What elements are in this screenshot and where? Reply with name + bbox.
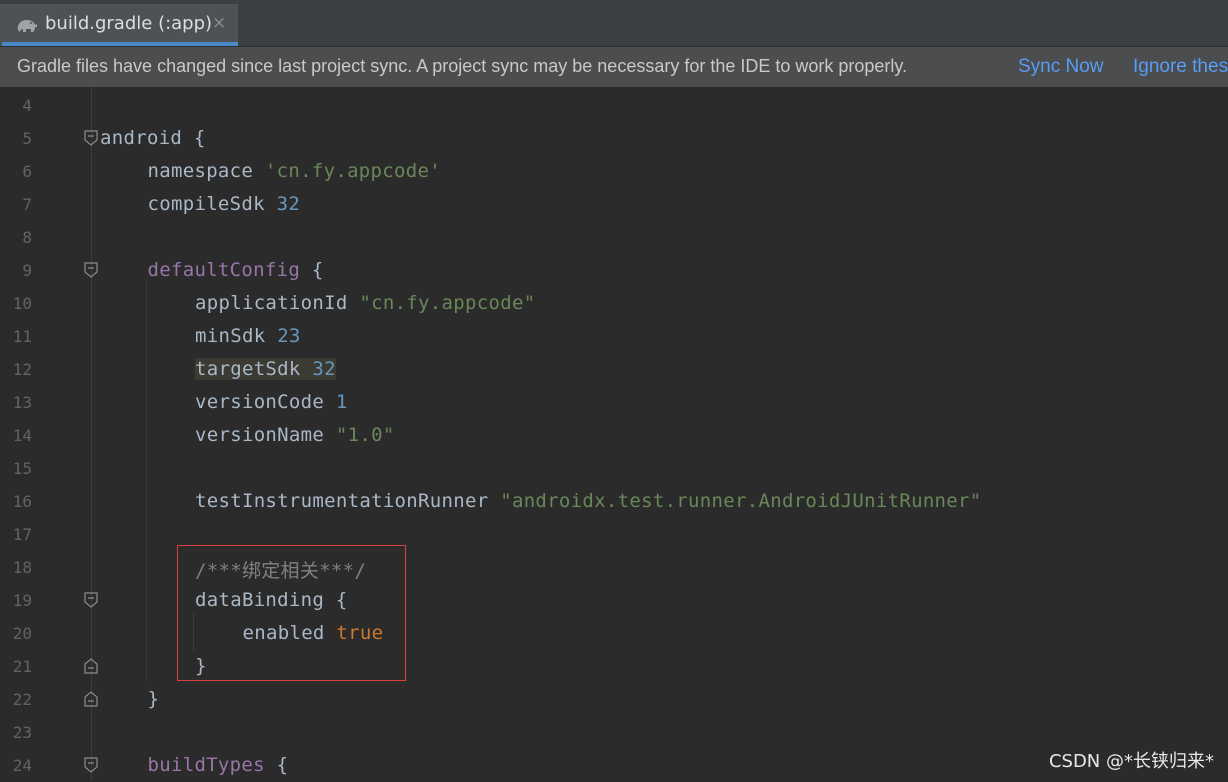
line-number: 11 (12, 327, 32, 346)
code-line: 12 targetSdk 32 (0, 353, 1228, 386)
code-line: 13 versionCode 1 (0, 386, 1228, 419)
code-text: compileSdk 32 (148, 193, 301, 215)
line-number: 23 (12, 723, 32, 742)
code-line: 6 namespace 'cn.fy.appcode' (0, 155, 1228, 188)
line-number: 10 (12, 294, 32, 313)
line-number: 14 (12, 426, 32, 445)
code-token: 1 (335, 391, 348, 413)
code-token: testInstrumentationRunner (195, 490, 501, 512)
fold-open-icon[interactable] (84, 592, 98, 608)
line-number: 12 (12, 360, 32, 379)
line-number: 20 (12, 624, 32, 643)
line-number: 15 (12, 459, 32, 478)
watermark: CSDN @*长铗归来* (1048, 751, 1214, 772)
code-token: targetSdk (195, 358, 313, 380)
code-line: 24 buildTypes { (0, 749, 1228, 782)
line-number: 6 (22, 162, 32, 181)
line-number: 9 (22, 261, 32, 280)
code-token: } (147, 688, 160, 710)
fold-close-icon[interactable] (84, 658, 98, 674)
code-text: defaultConfig { (148, 259, 324, 281)
code-token: "androidx.test.runner.AndroidJUnitRunner… (500, 490, 982, 512)
line-number: 4 (22, 96, 32, 115)
code-line: 4 (0, 89, 1228, 122)
code-token: { (182, 127, 206, 149)
sync-message: Gradle files have changed since last pro… (17, 56, 908, 76)
code-token: "cn.fy.appcode" (359, 292, 536, 314)
code-text: targetSdk 32 (195, 358, 336, 380)
fold-open-icon[interactable] (84, 262, 98, 278)
code-text: versionCode 1 (195, 391, 348, 413)
tab-title: build.gradle (:app) (45, 13, 213, 34)
code-text: android { (100, 127, 206, 149)
code-text: namespace 'cn.fy.appcode' (148, 160, 441, 182)
fold-open-icon[interactable] (84, 130, 98, 146)
code-line: 15 (0, 452, 1228, 485)
code-line: 22} (0, 683, 1228, 716)
code-token: applicationId (195, 292, 360, 314)
code-token: "1.0" (335, 424, 395, 446)
sync-now-link[interactable]: Sync Now (1018, 56, 1104, 78)
code-token: compileSdk (147, 193, 277, 215)
code-token: 32 (312, 358, 336, 380)
line-number: 7 (22, 195, 32, 214)
code-line: 23 (0, 716, 1228, 749)
line-number: 19 (12, 591, 32, 610)
code-token: versionCode (195, 391, 336, 413)
gradle-elephant-icon (17, 20, 37, 32)
line-number: 16 (12, 492, 32, 511)
code-token: 32 (276, 193, 301, 215)
code-token: minSdk (195, 325, 278, 347)
code-token: 23 (277, 325, 301, 347)
line-number: 24 (12, 756, 32, 775)
code-token: 'cn.fy.appcode' (264, 160, 441, 182)
code-line: 14 versionName "1.0" (0, 419, 1228, 452)
tab-build-gradle-app[interactable]: build.gradle (:app) × (0, 4, 238, 46)
line-number: 21 (12, 657, 32, 676)
code-text: buildTypes { (148, 754, 289, 776)
code-line: 10 applicationId "cn.fy.appcode" (0, 287, 1228, 320)
line-number: 18 (12, 558, 32, 577)
code-token: { (300, 259, 324, 281)
fold-open-icon[interactable] (84, 757, 98, 773)
line-number: 8 (22, 228, 32, 247)
code-text: versionName "1.0" (195, 424, 395, 446)
code-line: 8 (0, 221, 1228, 254)
code-text: testInstrumentationRunner "androidx.test… (195, 490, 982, 512)
annotation-highlight-box (177, 545, 406, 681)
line-number: 17 (12, 525, 32, 544)
code-text: applicationId "cn.fy.appcode" (195, 292, 535, 314)
code-text: } (148, 688, 160, 710)
editor-tab-bar: build.gradle (:app) × (0, 0, 1228, 47)
line-number: 13 (12, 393, 32, 412)
line-number: 22 (12, 690, 32, 709)
close-icon[interactable]: × (212, 13, 226, 33)
code-editor[interactable]: 4 5 android {6 namespace 'cn.fy.appcode' 7 co… (0, 87, 1228, 781)
code-token: versionName (195, 424, 336, 446)
code-line: 7 compileSdk 32 (0, 188, 1228, 221)
code-token: namespace (147, 160, 265, 182)
code-text: minSdk 23 (195, 325, 301, 347)
gradle-sync-notification: Gradle files have changed since last pro… (0, 47, 1228, 87)
code-token: defaultConfig (147, 259, 301, 281)
code-line: 9 defaultConfig { (0, 254, 1228, 287)
ignore-changes-link[interactable]: Ignore thes (1133, 56, 1228, 78)
code-line: 5 android { (0, 122, 1228, 155)
fold-close-icon[interactable] (84, 691, 98, 707)
active-tab-indicator (2, 42, 238, 46)
code-token: android (100, 127, 183, 149)
code-token: { (264, 754, 289, 776)
code-line: 16 testInstrumentationRunner "androidx.te… (0, 485, 1228, 518)
line-number: 5 (22, 129, 32, 148)
code-line: 11 minSdk 23 (0, 320, 1228, 353)
code-token: buildTypes (147, 754, 265, 776)
